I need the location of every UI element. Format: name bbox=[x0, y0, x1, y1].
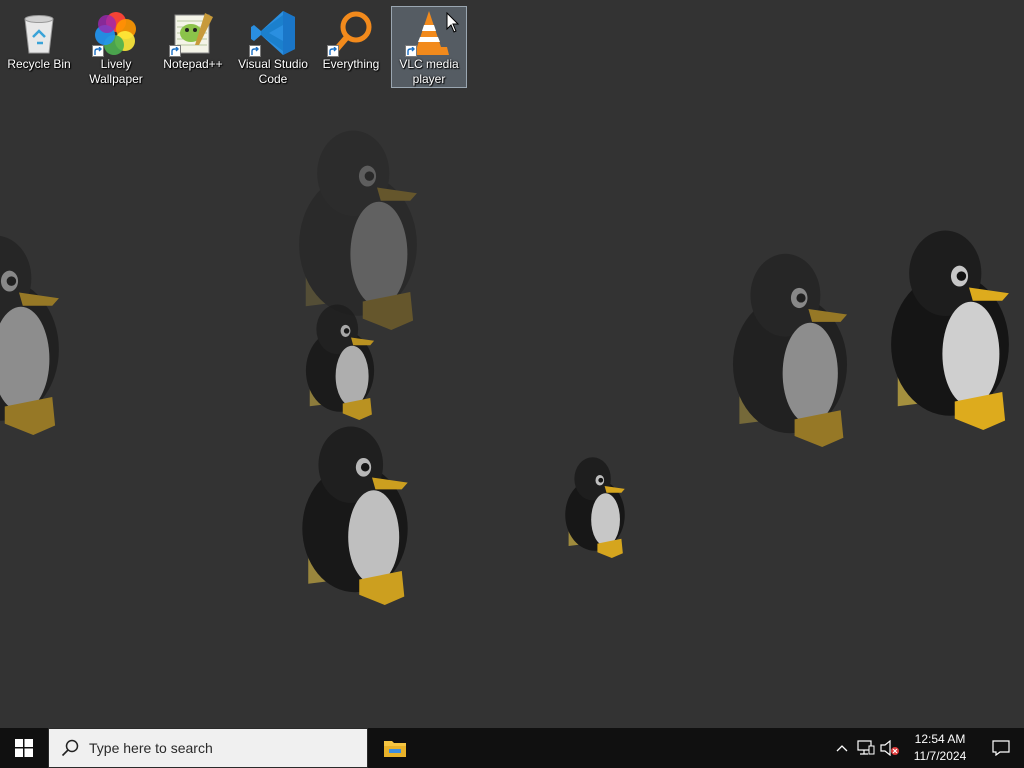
desktop-icon-label: Notepad++ bbox=[163, 57, 223, 71]
taskbar-app-file-explorer[interactable] bbox=[372, 728, 418, 768]
desktop-icon-label: Recycle Bin bbox=[7, 57, 71, 71]
desktop-icon-visual-studio-code[interactable]: Visual Studio Code bbox=[235, 6, 311, 88]
chevron-up-icon bbox=[836, 745, 848, 752]
vscode-icon bbox=[249, 9, 297, 57]
clock-date: 11/7/2024 bbox=[913, 749, 967, 763]
notification-icon bbox=[992, 740, 1010, 756]
shortcut-arrow-icon bbox=[169, 45, 181, 57]
desktop-icon-notepad-plus-plus[interactable]: Notepad++ bbox=[155, 6, 231, 88]
action-center-button[interactable] bbox=[978, 728, 1024, 768]
shortcut-arrow-icon bbox=[249, 45, 261, 57]
volume-button[interactable] bbox=[878, 728, 902, 768]
shortcut-arrow-icon bbox=[92, 45, 104, 57]
taskbar-search-box[interactable] bbox=[48, 728, 368, 768]
desktop-icon-label: Everything bbox=[322, 57, 380, 71]
desktop-icon-everything[interactable]: Everything bbox=[313, 6, 389, 88]
start-button[interactable] bbox=[0, 728, 48, 768]
network-button[interactable] bbox=[854, 728, 878, 768]
recycle-bin-icon bbox=[15, 9, 63, 57]
volume-muted-icon bbox=[880, 740, 899, 756]
desktop-icon-label: VLC media player bbox=[399, 57, 459, 86]
desktop-icon-lively-wallpaper[interactable]: Lively Wallpaper bbox=[78, 6, 154, 88]
lively-wallpaper-icon bbox=[92, 9, 140, 57]
clock-time: 12:54 AM bbox=[914, 732, 966, 746]
desktop-icon-label: Visual Studio Code bbox=[238, 57, 308, 86]
everything-search-icon bbox=[327, 9, 375, 57]
show-hidden-icons-button[interactable] bbox=[830, 728, 854, 768]
shortcut-arrow-icon bbox=[327, 45, 339, 57]
windows-logo-icon bbox=[15, 739, 33, 757]
taskbar: 12:54 AM 11/7/2024 bbox=[0, 728, 1024, 768]
taskbar-clock[interactable]: 12:54 AM 11/7/2024 bbox=[902, 731, 978, 765]
file-explorer-icon bbox=[384, 741, 406, 757]
mouse-cursor-icon bbox=[446, 12, 460, 33]
desktop-icon-recycle-bin[interactable]: Recycle Bin bbox=[1, 6, 77, 88]
search-icon bbox=[61, 739, 79, 757]
shortcut-arrow-icon bbox=[405, 45, 417, 57]
search-input[interactable] bbox=[87, 739, 351, 757]
notepad-plus-plus-icon bbox=[169, 9, 217, 57]
desktop-icon-label: Lively Wallpaper bbox=[89, 57, 143, 86]
penguin-wallpaper bbox=[0, 130, 1009, 605]
system-tray: 12:54 AM 11/7/2024 bbox=[830, 728, 1024, 768]
network-icon bbox=[857, 740, 875, 755]
desktop[interactable]: Recycle Bin Lively Wallpaper Notepad++ V… bbox=[0, 0, 1024, 728]
